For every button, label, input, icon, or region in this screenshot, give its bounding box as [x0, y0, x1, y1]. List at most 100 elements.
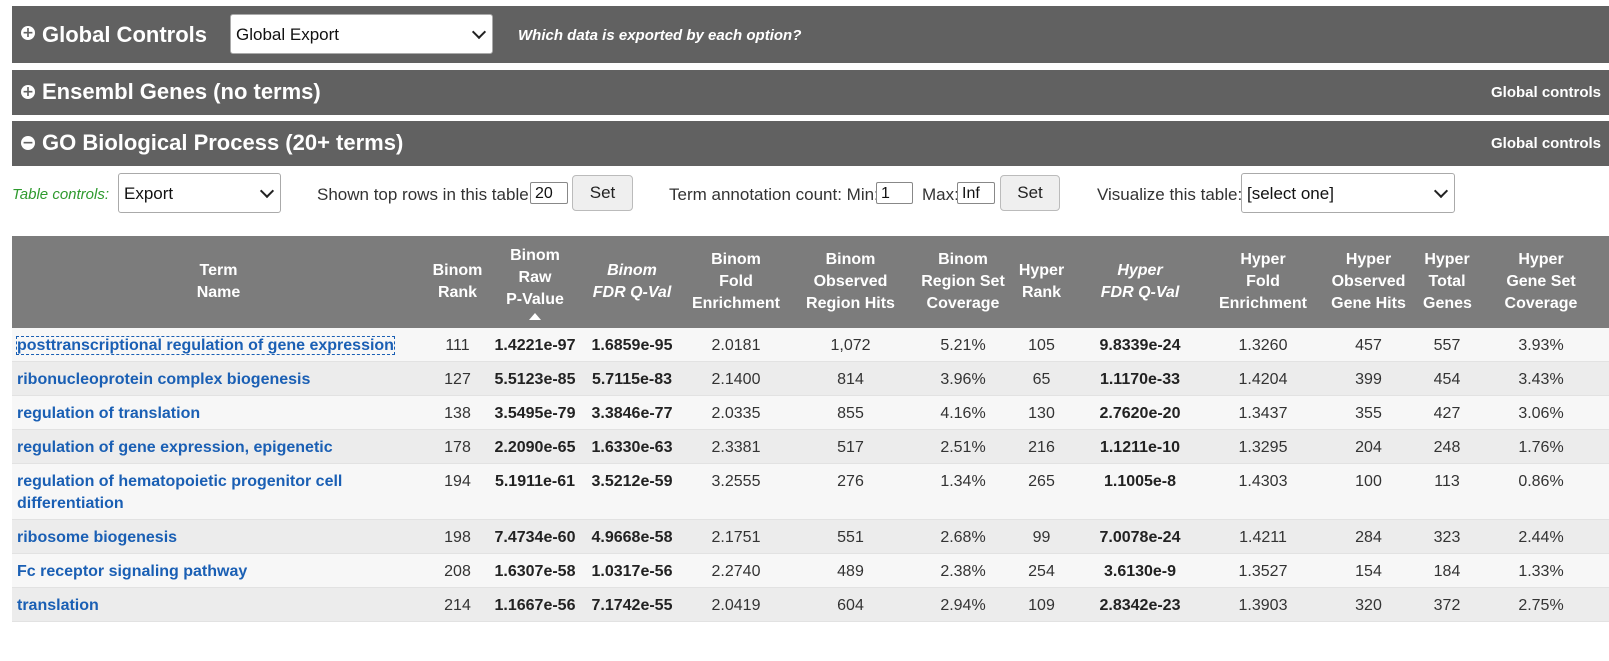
- cell-binom-raw-pvalue: 1.1667e-56: [490, 587, 580, 622]
- term-link[interactable]: ribosome biogenesis: [17, 529, 177, 546]
- chevron-down-icon: [1433, 183, 1449, 199]
- table-header-row: Term Name Binom Rank Binom Raw P-Value Binom…: [12, 236, 1609, 328]
- table-row: regulation of translation 138 3.5495e-79 3.…: [12, 395, 1609, 430]
- table-body: posttranscriptional regulation of gene e…: [12, 328, 1609, 622]
- col-header-hyper-fdr-qval[interactable]: Hyper FDR Q-Val: [1070, 236, 1210, 328]
- cell-binom-rank: 214: [425, 587, 490, 622]
- ensembl-genes-title[interactable]: Ensembl Genes (no terms): [42, 79, 321, 105]
- col-header-hyper-total-genes[interactable]: Hyper Total Genes: [1421, 236, 1473, 328]
- cell-binom-observed-region-hits: 551: [788, 519, 913, 554]
- cell-binom-fdr-qval: 3.3846e-77: [580, 395, 684, 430]
- term-link[interactable]: regulation of hematopoietic progenitor c…: [17, 473, 342, 512]
- global-controls-link[interactable]: Global controls: [1491, 135, 1601, 152]
- cell-binom-fold-enrichment: 2.0335: [684, 395, 788, 430]
- cell-binom-observed-region-hits: 489: [788, 553, 913, 588]
- expand-icon[interactable]: +: [21, 85, 35, 99]
- table-row: Fc receptor signaling pathway 208 1.6307e-…: [12, 553, 1609, 588]
- cell-hyper-fdr-qval: 2.8342e-23: [1070, 587, 1210, 622]
- cell-hyper-gene-set-coverage: 3.93%: [1473, 328, 1609, 362]
- table-export-select[interactable]: Export: [118, 173, 281, 213]
- cell-hyper-fold-enrichment: 1.3527: [1210, 553, 1316, 588]
- cell-term-name: Fc receptor signaling pathway: [12, 553, 425, 588]
- cell-hyper-fold-enrichment: 1.3437: [1210, 395, 1316, 430]
- cell-hyper-fdr-qval: 1.1170e-33: [1070, 361, 1210, 396]
- export-help-link[interactable]: Which data is exported by each option?: [518, 27, 801, 44]
- cell-hyper-fold-enrichment: 1.3260: [1210, 328, 1316, 362]
- col-header-hyper-rank[interactable]: Hyper Rank: [1013, 236, 1070, 328]
- col-header-binom-observed-region-hits[interactable]: Binom Observed Region Hits: [788, 236, 913, 328]
- term-link[interactable]: regulation of gene expression, epigeneti…: [17, 439, 333, 456]
- cell-binom-region-set-coverage: 2.68%: [913, 519, 1013, 554]
- min-count-input[interactable]: 1: [876, 182, 913, 204]
- set-rows-button[interactable]: Set: [572, 175, 633, 211]
- cell-hyper-rank: 65: [1013, 361, 1070, 396]
- global-controls-title[interactable]: Global Controls: [42, 22, 207, 48]
- cell-hyper-observed-gene-hits: 100: [1316, 463, 1421, 520]
- cell-hyper-rank: 109: [1013, 587, 1070, 622]
- col-header-binom-fdr-qval[interactable]: Binom FDR Q-Val: [580, 236, 684, 328]
- table-controls-label: Table controls:: [12, 186, 110, 203]
- cell-binom-observed-region-hits: 517: [788, 429, 913, 464]
- global-export-select[interactable]: Global Export: [230, 14, 493, 54]
- cell-binom-fold-enrichment: 2.1751: [684, 519, 788, 554]
- shown-rows-input[interactable]: 20: [530, 182, 568, 204]
- set-annotation-button[interactable]: Set: [1000, 175, 1060, 211]
- go-biological-process-title[interactable]: GO Biological Process (20+ terms): [42, 130, 403, 156]
- expand-icon[interactable]: +: [21, 26, 35, 40]
- cell-binom-region-set-coverage: 5.21%: [913, 328, 1013, 362]
- cell-hyper-total-genes: 323: [1421, 519, 1473, 554]
- cell-hyper-fdr-qval: 1.1005e-8: [1070, 463, 1210, 520]
- col-header-term-name[interactable]: Term Name: [12, 236, 425, 328]
- cell-term-name: regulation of hematopoietic progenitor c…: [12, 463, 425, 520]
- cell-binom-fold-enrichment: 2.0181: [684, 328, 788, 362]
- global-export-value: Global Export: [236, 25, 339, 44]
- annotation-count-label: Term annotation count: Min:: [669, 185, 879, 204]
- cell-binom-fdr-qval: 5.7115e-83: [580, 361, 684, 396]
- cell-binom-raw-pvalue: 5.5123e-85: [490, 361, 580, 396]
- cell-hyper-observed-gene-hits: 457: [1316, 328, 1421, 362]
- term-link[interactable]: posttranscriptional regulation of gene e…: [16, 336, 395, 355]
- cell-binom-raw-pvalue: 3.5495e-79: [490, 395, 580, 430]
- global-controls-link[interactable]: Global controls: [1491, 84, 1601, 101]
- cell-binom-fold-enrichment: 2.1400: [684, 361, 788, 396]
- visualize-select[interactable]: [select one]: [1241, 173, 1455, 213]
- col-header-hyper-fold-enrichment[interactable]: Hyper Fold Enrichment: [1210, 236, 1316, 328]
- sort-ascending-icon: [529, 312, 541, 320]
- cell-hyper-rank: 265: [1013, 463, 1070, 520]
- cell-binom-observed-region-hits: 855: [788, 395, 913, 430]
- cell-binom-rank: 138: [425, 395, 490, 430]
- cell-hyper-rank: 105: [1013, 328, 1070, 362]
- col-header-binom-region-set-coverage[interactable]: Binom Region Set Coverage: [913, 236, 1013, 328]
- cell-term-name: ribosome biogenesis: [12, 519, 425, 554]
- term-link[interactable]: ribonucleoprotein complex biogenesis: [17, 371, 310, 388]
- cell-term-name: ribonucleoprotein complex biogenesis: [12, 361, 425, 396]
- term-link[interactable]: Fc receptor signaling pathway: [17, 563, 247, 580]
- table-controls: Table controls: Export Shown top rows in…: [0, 173, 1609, 219]
- cell-hyper-rank: 130: [1013, 395, 1070, 430]
- cell-binom-raw-pvalue: 1.4221e-97: [490, 328, 580, 362]
- cell-binom-region-set-coverage: 4.16%: [913, 395, 1013, 430]
- cell-hyper-rank: 99: [1013, 519, 1070, 554]
- table-row: ribosome biogenesis 198 7.4734e-60 4.9668e-…: [12, 519, 1609, 554]
- cell-hyper-gene-set-coverage: 0.86%: [1473, 463, 1609, 520]
- collapse-icon[interactable]: −: [21, 136, 35, 150]
- max-count-input[interactable]: Inf: [957, 182, 995, 204]
- col-header-hyper-observed-gene-hits[interactable]: Hyper Observed Gene Hits: [1316, 236, 1421, 328]
- cell-binom-region-set-coverage: 2.51%: [913, 429, 1013, 464]
- col-header-binom-fold-enrichment[interactable]: Binom Fold Enrichment: [684, 236, 788, 328]
- term-link[interactable]: regulation of translation: [17, 405, 200, 422]
- cell-hyper-observed-gene-hits: 320: [1316, 587, 1421, 622]
- term-link[interactable]: translation: [17, 597, 99, 614]
- cell-binom-rank: 111: [425, 328, 490, 362]
- cell-hyper-observed-gene-hits: 284: [1316, 519, 1421, 554]
- cell-binom-fold-enrichment: 2.2740: [684, 553, 788, 588]
- cell-term-name: regulation of gene expression, epigeneti…: [12, 429, 425, 464]
- cell-hyper-total-genes: 557: [1421, 328, 1473, 362]
- go-results-table: Term Name Binom Rank Binom Raw P-Value Binom…: [12, 236, 1609, 622]
- col-header-binom-raw-pvalue[interactable]: Binom Raw P-Value: [490, 236, 580, 328]
- col-header-binom-rank[interactable]: Binom Rank: [425, 236, 490, 328]
- cell-hyper-fdr-qval: 7.0078e-24: [1070, 519, 1210, 554]
- cell-binom-raw-pvalue: 5.1911e-61: [490, 463, 580, 520]
- cell-binom-raw-pvalue: 1.6307e-58: [490, 553, 580, 588]
- col-header-hyper-gene-set-coverage[interactable]: Hyper Gene Set Coverage: [1473, 236, 1609, 328]
